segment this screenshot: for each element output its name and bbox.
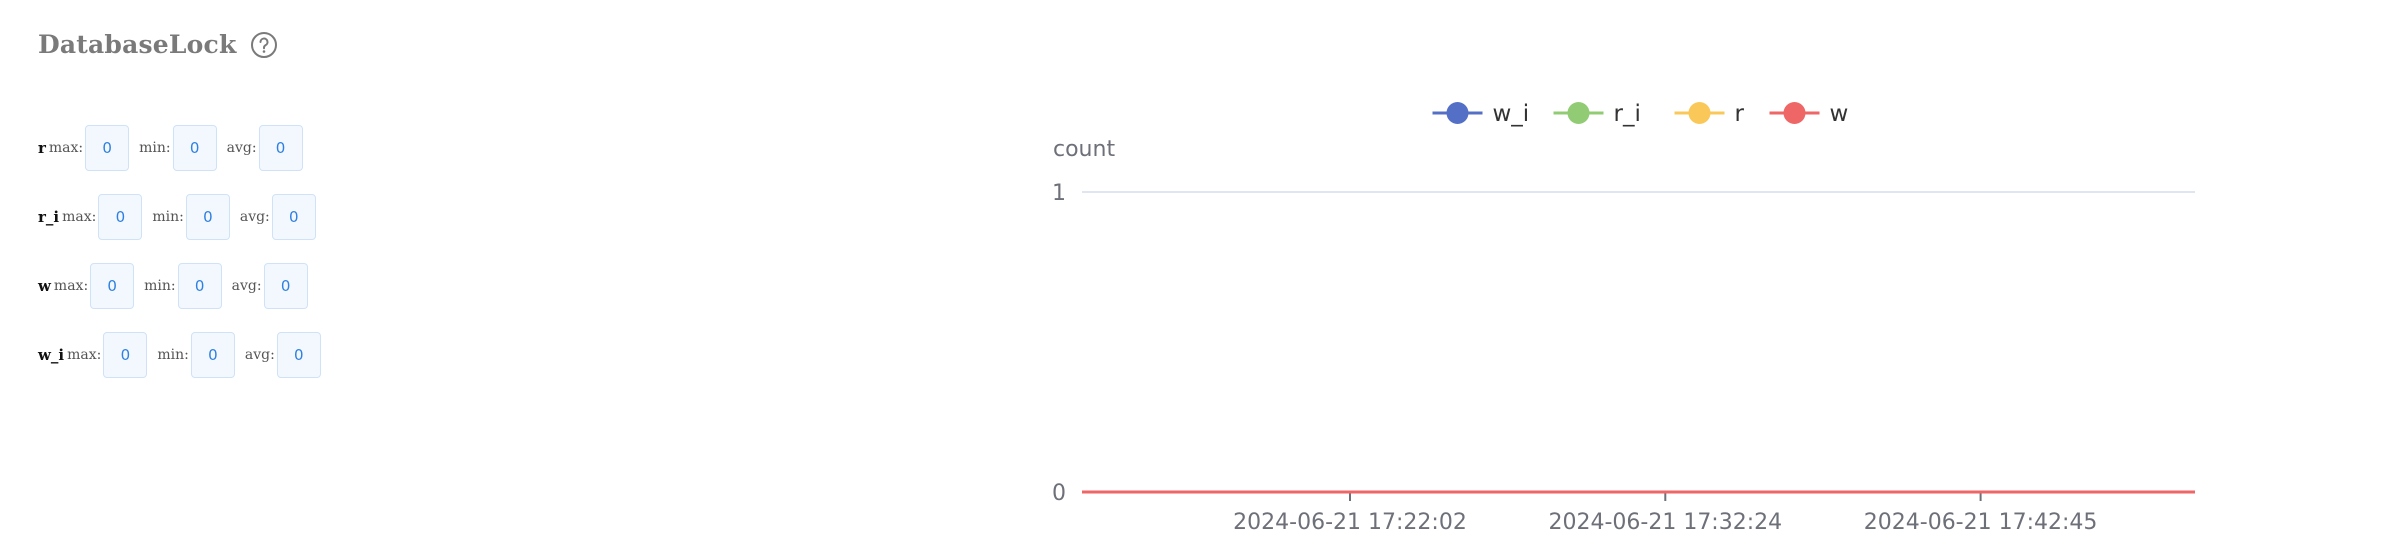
metric-name: r_i [38,208,60,226]
legend-swatch-marker [1567,102,1590,124]
metric-name: w_i [38,346,65,364]
stat-row-w-i: w_i max: 0 min: 0 avg: 0 [38,331,321,379]
min-label: min: [157,347,189,363]
max-label: max: [67,347,102,363]
y-tick-label: 0 [1052,481,1066,506]
min-label: min: [144,278,176,294]
avg-value: 0 [271,194,316,240]
avg-label: avg: [231,278,262,294]
max-value: 0 [103,332,148,378]
x-tick-label: 2024-06-21 17:42:45 [1864,510,2098,535]
stats-summary: r max: 0 min: 0 avg: 0 r_i max: 0 min: 0… [38,124,321,400]
metric-name: r [38,139,46,157]
panel-title: DatabaseLock [38,30,237,59]
max-value: 0 [90,263,135,309]
avg-value: 0 [276,332,321,378]
metric-name: w [38,277,51,295]
min-value: 0 [185,194,230,240]
panel-header: DatabaseLock [38,30,278,59]
y-axis-label: count [1053,137,1115,162]
avg-label: avg: [244,347,275,363]
line-chart: count 0 1 2024-06-21 17:22:02 2024-06-21 17:… [1052,101,2195,535]
legend-swatch-marker [1446,102,1469,124]
legend-label: w_i [1493,101,1530,127]
legend-label: r_i [1614,101,1641,127]
max-label: max: [62,209,97,225]
avg-value: 0 [258,125,303,171]
legend-swatch-marker [1688,102,1711,124]
avg-label: avg: [226,140,257,156]
min-label: min: [152,209,184,225]
legend-label: w [1830,101,1849,127]
min-value: 0 [172,125,217,171]
legend-swatch-marker [1783,102,1806,124]
max-value: 0 [85,125,130,171]
legend-label: r [1735,101,1745,127]
stat-row-r-i: r_i max: 0 min: 0 avg: 0 [38,193,321,241]
avg-label: avg: [239,209,270,225]
stat-row-w: w max: 0 min: 0 avg: 0 [38,262,321,310]
min-value: 0 [177,263,222,309]
x-tick-label: 2024-06-21 17:22:02 [1233,510,1467,535]
avg-value: 0 [263,263,308,309]
max-value: 0 [98,194,143,240]
stat-row-r: r max: 0 min: 0 avg: 0 [38,124,321,172]
max-label: max: [53,278,89,294]
x-tick-label: 2024-06-21 17:32:24 [1548,510,1782,535]
question-circle-icon[interactable] [250,31,278,59]
min-label: min: [139,140,171,156]
max-label: max: [48,140,84,156]
min-value: 0 [190,332,235,378]
y-tick-label: 1 [1052,181,1066,206]
